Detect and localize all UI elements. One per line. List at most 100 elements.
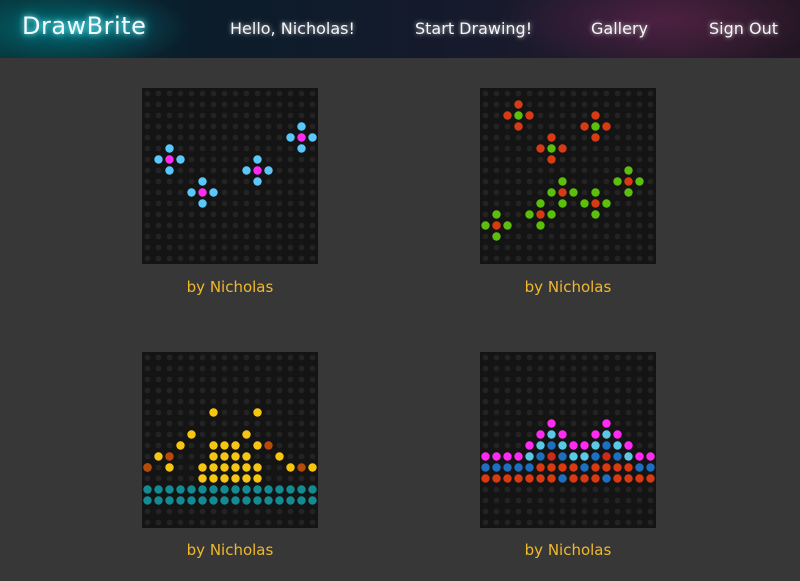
- pixel-dot: [154, 485, 163, 494]
- pixel-dot: [176, 441, 185, 450]
- pixel-dot: [209, 496, 218, 505]
- pixel-dot: [624, 177, 633, 186]
- drawing-thumbnail-2[interactable]: [480, 88, 656, 264]
- pixel-dot: [580, 474, 589, 483]
- pixel-dot: [613, 463, 622, 472]
- pixel-dot: [547, 155, 556, 164]
- pixel-dot: [547, 419, 556, 428]
- pixel-dot: [624, 188, 633, 197]
- pixel-dot: [492, 452, 501, 461]
- pixel-dot: [591, 122, 600, 131]
- pixel-dot: [503, 474, 512, 483]
- pixel-dot: [536, 144, 545, 153]
- pixel-dot: [209, 463, 218, 472]
- drawing-caption-1[interactable]: by Nicholas: [142, 278, 318, 296]
- pixel-dot: [624, 463, 633, 472]
- pixel-dot: [198, 474, 207, 483]
- pixel-dot: [143, 485, 152, 494]
- pixel-dot: [602, 441, 611, 450]
- pixel-dot: [580, 199, 589, 208]
- pixel-dot: [536, 430, 545, 439]
- pixel-dot: [591, 452, 600, 461]
- pixel-dot: [514, 111, 523, 120]
- pixel-dot: [209, 441, 218, 450]
- pixel-dot: [220, 485, 229, 494]
- pixel-dot: [602, 474, 611, 483]
- nav-greeting[interactable]: Hello, Nicholas!: [230, 19, 355, 38]
- drawing-3-pixels: [143, 408, 317, 505]
- pixel-dot: [525, 452, 534, 461]
- pixel-dot: [525, 474, 534, 483]
- pixel-dot: [198, 485, 207, 494]
- pixel-dot: [209, 408, 218, 417]
- pixel-dot: [613, 474, 622, 483]
- pixel-dot: [308, 463, 317, 472]
- pixel-dot: [624, 452, 633, 461]
- pixel-dot: [143, 463, 152, 472]
- pixel-dot: [536, 474, 545, 483]
- pixel-dot: [253, 441, 262, 450]
- pixel-dot: [231, 485, 240, 494]
- pixel-dot: [253, 485, 262, 494]
- pixel-dot: [591, 188, 600, 197]
- pixel-dot: [635, 474, 644, 483]
- drawing-caption-4[interactable]: by Nicholas: [480, 541, 656, 559]
- pixel-dot: [591, 441, 600, 450]
- pixel-dot: [525, 210, 534, 219]
- pixel-dot: [242, 496, 251, 505]
- pixel-dot: [220, 496, 229, 505]
- pixel-dot: [492, 221, 501, 230]
- drawing-caption-2[interactable]: by Nicholas: [480, 278, 656, 296]
- pixel-dot: [275, 496, 284, 505]
- pixel-dot: [525, 441, 534, 450]
- pixel-dot: [308, 496, 317, 505]
- drawing-1-pixels: [154, 122, 317, 208]
- pixel-dot: [154, 155, 163, 164]
- pixel-dot: [286, 133, 295, 142]
- pixel-dot: [481, 452, 490, 461]
- pixel-dot: [492, 463, 501, 472]
- nav-start-drawing[interactable]: Start Drawing!: [415, 19, 532, 38]
- pixel-dot: [558, 452, 567, 461]
- pixel-dot: [297, 144, 306, 153]
- pixel-dot: [514, 122, 523, 131]
- pixel-dot: [492, 474, 501, 483]
- pixel-dot: [591, 210, 600, 219]
- brand-logo[interactable]: DrawBrite: [22, 12, 146, 40]
- pixel-dot: [154, 452, 163, 461]
- pixel-dot: [569, 452, 578, 461]
- nav-gallery[interactable]: Gallery: [591, 19, 648, 38]
- nav-sign-out[interactable]: Sign Out: [709, 19, 778, 38]
- pixel-dot: [558, 199, 567, 208]
- pixel-dot: [569, 188, 578, 197]
- pixel-dot: [187, 485, 196, 494]
- pixel-dot: [624, 441, 633, 450]
- pixel-dot: [198, 199, 207, 208]
- pixel-dot: [569, 463, 578, 472]
- pixel-dot: [264, 166, 273, 175]
- pixel-dot: [242, 463, 251, 472]
- pixel-dot: [165, 155, 174, 164]
- pixel-dot: [558, 474, 567, 483]
- pixel-dot: [580, 122, 589, 131]
- drawing-caption-3[interactable]: by Nicholas: [142, 541, 318, 559]
- pixel-dot: [264, 485, 273, 494]
- pixel-dot: [602, 452, 611, 461]
- pixel-dot: [613, 452, 622, 461]
- pixel-dot: [220, 441, 229, 450]
- pixel-dot: [165, 485, 174, 494]
- drawing-thumbnail-1[interactable]: [142, 88, 318, 264]
- pixel-dot: [231, 463, 240, 472]
- pixel-dot: [569, 474, 578, 483]
- pixel-dot: [646, 452, 655, 461]
- pixel-dot: [591, 474, 600, 483]
- pixel-dot: [286, 463, 295, 472]
- pixel-dot: [220, 463, 229, 472]
- pixel-dot: [547, 474, 556, 483]
- pixel-dot: [231, 441, 240, 450]
- pixel-dot: [580, 441, 589, 450]
- drawing-thumbnail-4[interactable]: [480, 352, 656, 528]
- pixel-dot: [591, 133, 600, 142]
- drawing-thumbnail-3[interactable]: [142, 352, 318, 528]
- pixel-dot: [275, 452, 284, 461]
